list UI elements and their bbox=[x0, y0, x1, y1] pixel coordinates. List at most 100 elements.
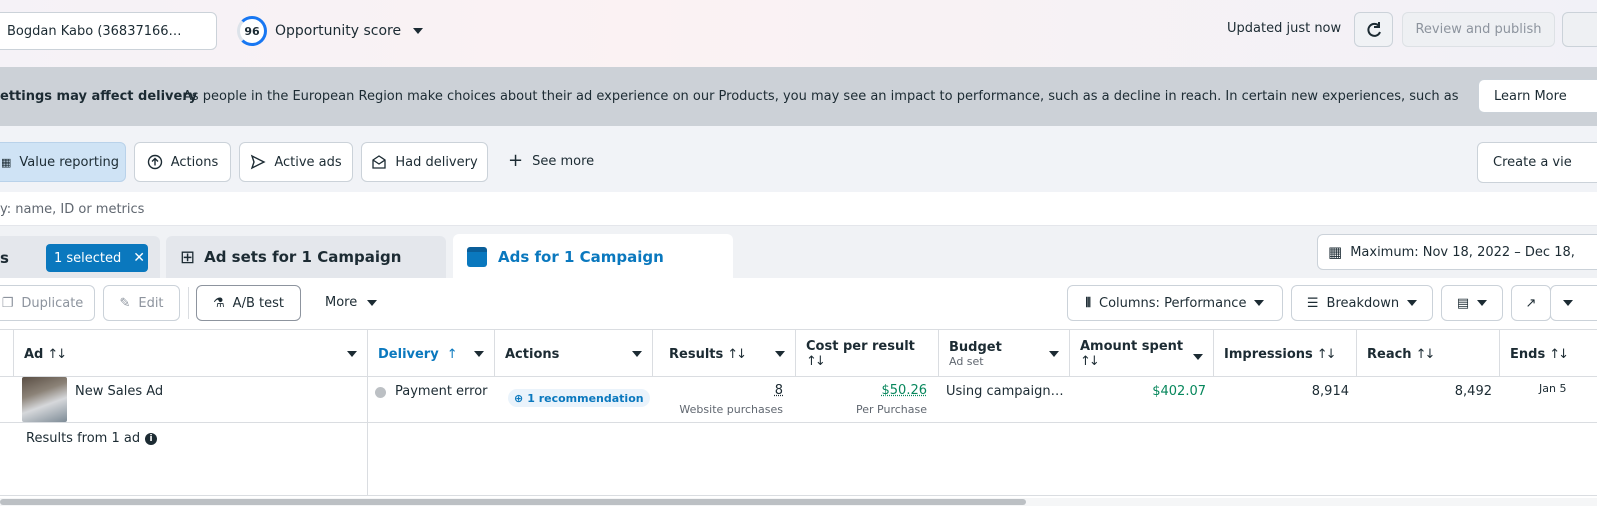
col-budget-label: Budget bbox=[949, 340, 1002, 355]
chart-icon: ▦ bbox=[1, 155, 12, 169]
table-row[interactable]: New Sales Ad Payment error ⊕ 1 recommend… bbox=[0, 377, 1597, 423]
col-ends[interactable]: Ends ↑↓ bbox=[1500, 330, 1597, 378]
sort-icon: ↑↓ bbox=[1080, 354, 1100, 369]
close-icon[interactable]: ✕ bbox=[133, 250, 145, 266]
pencil-icon: ✎ bbox=[119, 295, 131, 311]
ad-name[interactable]: New Sales Ad bbox=[75, 384, 163, 399]
see-more-button[interactable]: + See more bbox=[508, 152, 595, 170]
col-results-label: Results bbox=[669, 346, 724, 362]
chevron-down-icon bbox=[1407, 300, 1418, 306]
grid-icon: ⊞ bbox=[180, 246, 196, 268]
columns-button[interactable]: ⫴ Columns: Performance bbox=[1067, 285, 1283, 321]
banner-title: ettings may affect delivery bbox=[0, 89, 198, 104]
col-spent-label: Amount spent bbox=[1080, 339, 1184, 354]
external-link-icon: ↗ bbox=[1525, 295, 1537, 311]
account-selector[interactable]: Bogdan Kabo (36837166… bbox=[0, 12, 217, 50]
horizontal-scrollbar[interactable] bbox=[0, 498, 1597, 506]
date-range-picker[interactable]: ▦ Maximum: Nov 18, 2022 – Dec 18, bbox=[1317, 234, 1597, 270]
summary-text: Results from 1 ad i bbox=[26, 431, 158, 446]
duplicate-icon: ❐ bbox=[1, 295, 14, 311]
create-view-label: Create a vie bbox=[1493, 155, 1572, 170]
reports-icon: ▤ bbox=[1456, 295, 1470, 311]
create-view-button[interactable]: Create a vie bbox=[1477, 142, 1597, 183]
duplicate-button[interactable]: ❐ Duplicate bbox=[0, 285, 95, 321]
chevron-down-icon bbox=[1049, 351, 1059, 357]
calendar-icon: ▦ bbox=[1328, 243, 1343, 261]
sort-icon: ↑↓ bbox=[1316, 346, 1337, 362]
edit-button[interactable]: ✎ Edit bbox=[103, 285, 180, 321]
had-delivery-label: Had delivery bbox=[395, 154, 478, 170]
refresh-icon bbox=[1366, 21, 1381, 37]
banner-text: As people in the European Region make ch… bbox=[183, 89, 1463, 104]
delivery-status-dot bbox=[375, 387, 386, 398]
chevron-down-icon bbox=[1193, 354, 1203, 360]
info-icon[interactable]: i bbox=[145, 432, 158, 445]
filter-had-delivery[interactable]: Had delivery bbox=[361, 142, 488, 182]
see-more-label: See more bbox=[532, 153, 595, 169]
cost-sub: Per Purchase bbox=[856, 403, 927, 416]
opportunity-label: Opportunity score bbox=[275, 23, 402, 39]
filter-value-reporting[interactable]: ▦ Value reporting bbox=[0, 142, 126, 182]
col-reach[interactable]: Reach ↑↓ bbox=[1357, 330, 1500, 378]
review-publish-button[interactable]: Review and publish bbox=[1402, 12, 1555, 47]
account-name: Bogdan Kabo (36837166… bbox=[7, 23, 182, 39]
arrow-up-circle-icon bbox=[147, 154, 162, 170]
value-reporting-label: Value reporting bbox=[19, 154, 120, 170]
table-bottom-border bbox=[0, 495, 1597, 496]
budget-value: Using campaign… bbox=[946, 384, 1064, 399]
actions-label: Actions bbox=[170, 154, 219, 170]
selected-badge[interactable]: 1 selected ✕ bbox=[46, 244, 148, 272]
selected-badge-label: 1 selected bbox=[54, 250, 122, 266]
columns-icon: ⫴ bbox=[1085, 295, 1091, 311]
col-impressions[interactable]: Impressions ↑↓ bbox=[1214, 330, 1357, 378]
export-button[interactable]: ↗ bbox=[1511, 285, 1551, 321]
recommendation-pill[interactable]: ⊕ 1 recommendation bbox=[508, 389, 650, 407]
col-ends-label: Ends bbox=[1510, 346, 1546, 362]
chevron-down-icon bbox=[632, 351, 642, 357]
col-budget[interactable]: Budget Ad set bbox=[939, 330, 1070, 378]
results-sub: Website purchases bbox=[679, 403, 783, 416]
tab-ads[interactable]: Ads for 1 Campaign bbox=[453, 234, 733, 280]
learn-more-label: Learn More bbox=[1494, 88, 1567, 104]
chevron-down-icon bbox=[367, 299, 378, 306]
filter-actions[interactable]: Actions bbox=[134, 142, 231, 182]
col-delivery[interactable]: Delivery ↑ bbox=[368, 330, 495, 378]
sort-icon: ↑↓ bbox=[1549, 346, 1569, 362]
col-actions[interactable]: Actions bbox=[495, 330, 653, 378]
updated-status: Updated just now bbox=[1227, 21, 1342, 36]
review-publish-label: Review and publish bbox=[1415, 22, 1542, 37]
search-placeholder: y: name, ID or metrics bbox=[0, 202, 145, 217]
learn-more-button[interactable]: Learn More bbox=[1478, 79, 1597, 113]
col-results[interactable]: Results ↑↓ bbox=[653, 330, 796, 378]
export-dropdown-button[interactable] bbox=[1550, 285, 1597, 321]
opportunity-score[interactable]: 96 Opportunity score bbox=[237, 16, 424, 46]
more-button[interactable]: More bbox=[325, 295, 378, 310]
col-ad[interactable]: Ad ↑↓ bbox=[14, 330, 368, 378]
summary-label: Results from 1 ad bbox=[26, 431, 141, 446]
scrollbar-thumb[interactable] bbox=[0, 499, 1026, 505]
results-value[interactable]: 8 bbox=[653, 383, 783, 398]
ab-test-button[interactable]: ⚗ A/B test bbox=[196, 285, 301, 321]
chevron-down-icon bbox=[1254, 300, 1265, 306]
cost-value[interactable]: $50.26 bbox=[796, 383, 928, 398]
chevron-down-icon bbox=[474, 351, 484, 357]
filter-active-ads[interactable]: Active ads bbox=[239, 142, 353, 182]
ad-thumbnail[interactable] bbox=[22, 377, 67, 422]
col-cost-per-result[interactable]: Cost per result ↑↓ bbox=[796, 330, 939, 378]
recommendation-label: 1 recommendation bbox=[527, 391, 644, 405]
publish-dropdown-button[interactable] bbox=[1562, 12, 1597, 47]
tab-adsets[interactable]: ⊞ Ad sets for 1 Campaign bbox=[166, 236, 446, 278]
col-amount-spent[interactable]: Amount spent ↑↓ bbox=[1070, 330, 1214, 378]
duplicate-label: Duplicate bbox=[21, 295, 84, 311]
col-budget-sub: Ad set bbox=[949, 355, 984, 368]
chevron-down-icon bbox=[1477, 300, 1488, 306]
search-bar[interactable] bbox=[0, 192, 1597, 226]
reports-button[interactable]: ▤ bbox=[1441, 285, 1503, 321]
col-delivery-label: Delivery bbox=[378, 346, 439, 362]
ends-value: Jan 5 bbox=[1539, 382, 1567, 395]
cell-divider-ad bbox=[367, 377, 368, 423]
chevron-down-icon bbox=[347, 351, 357, 357]
refresh-button[interactable] bbox=[1354, 12, 1393, 47]
breakdown-button[interactable]: ☰ Breakdown bbox=[1291, 285, 1433, 321]
breakdown-label: Breakdown bbox=[1326, 295, 1400, 311]
